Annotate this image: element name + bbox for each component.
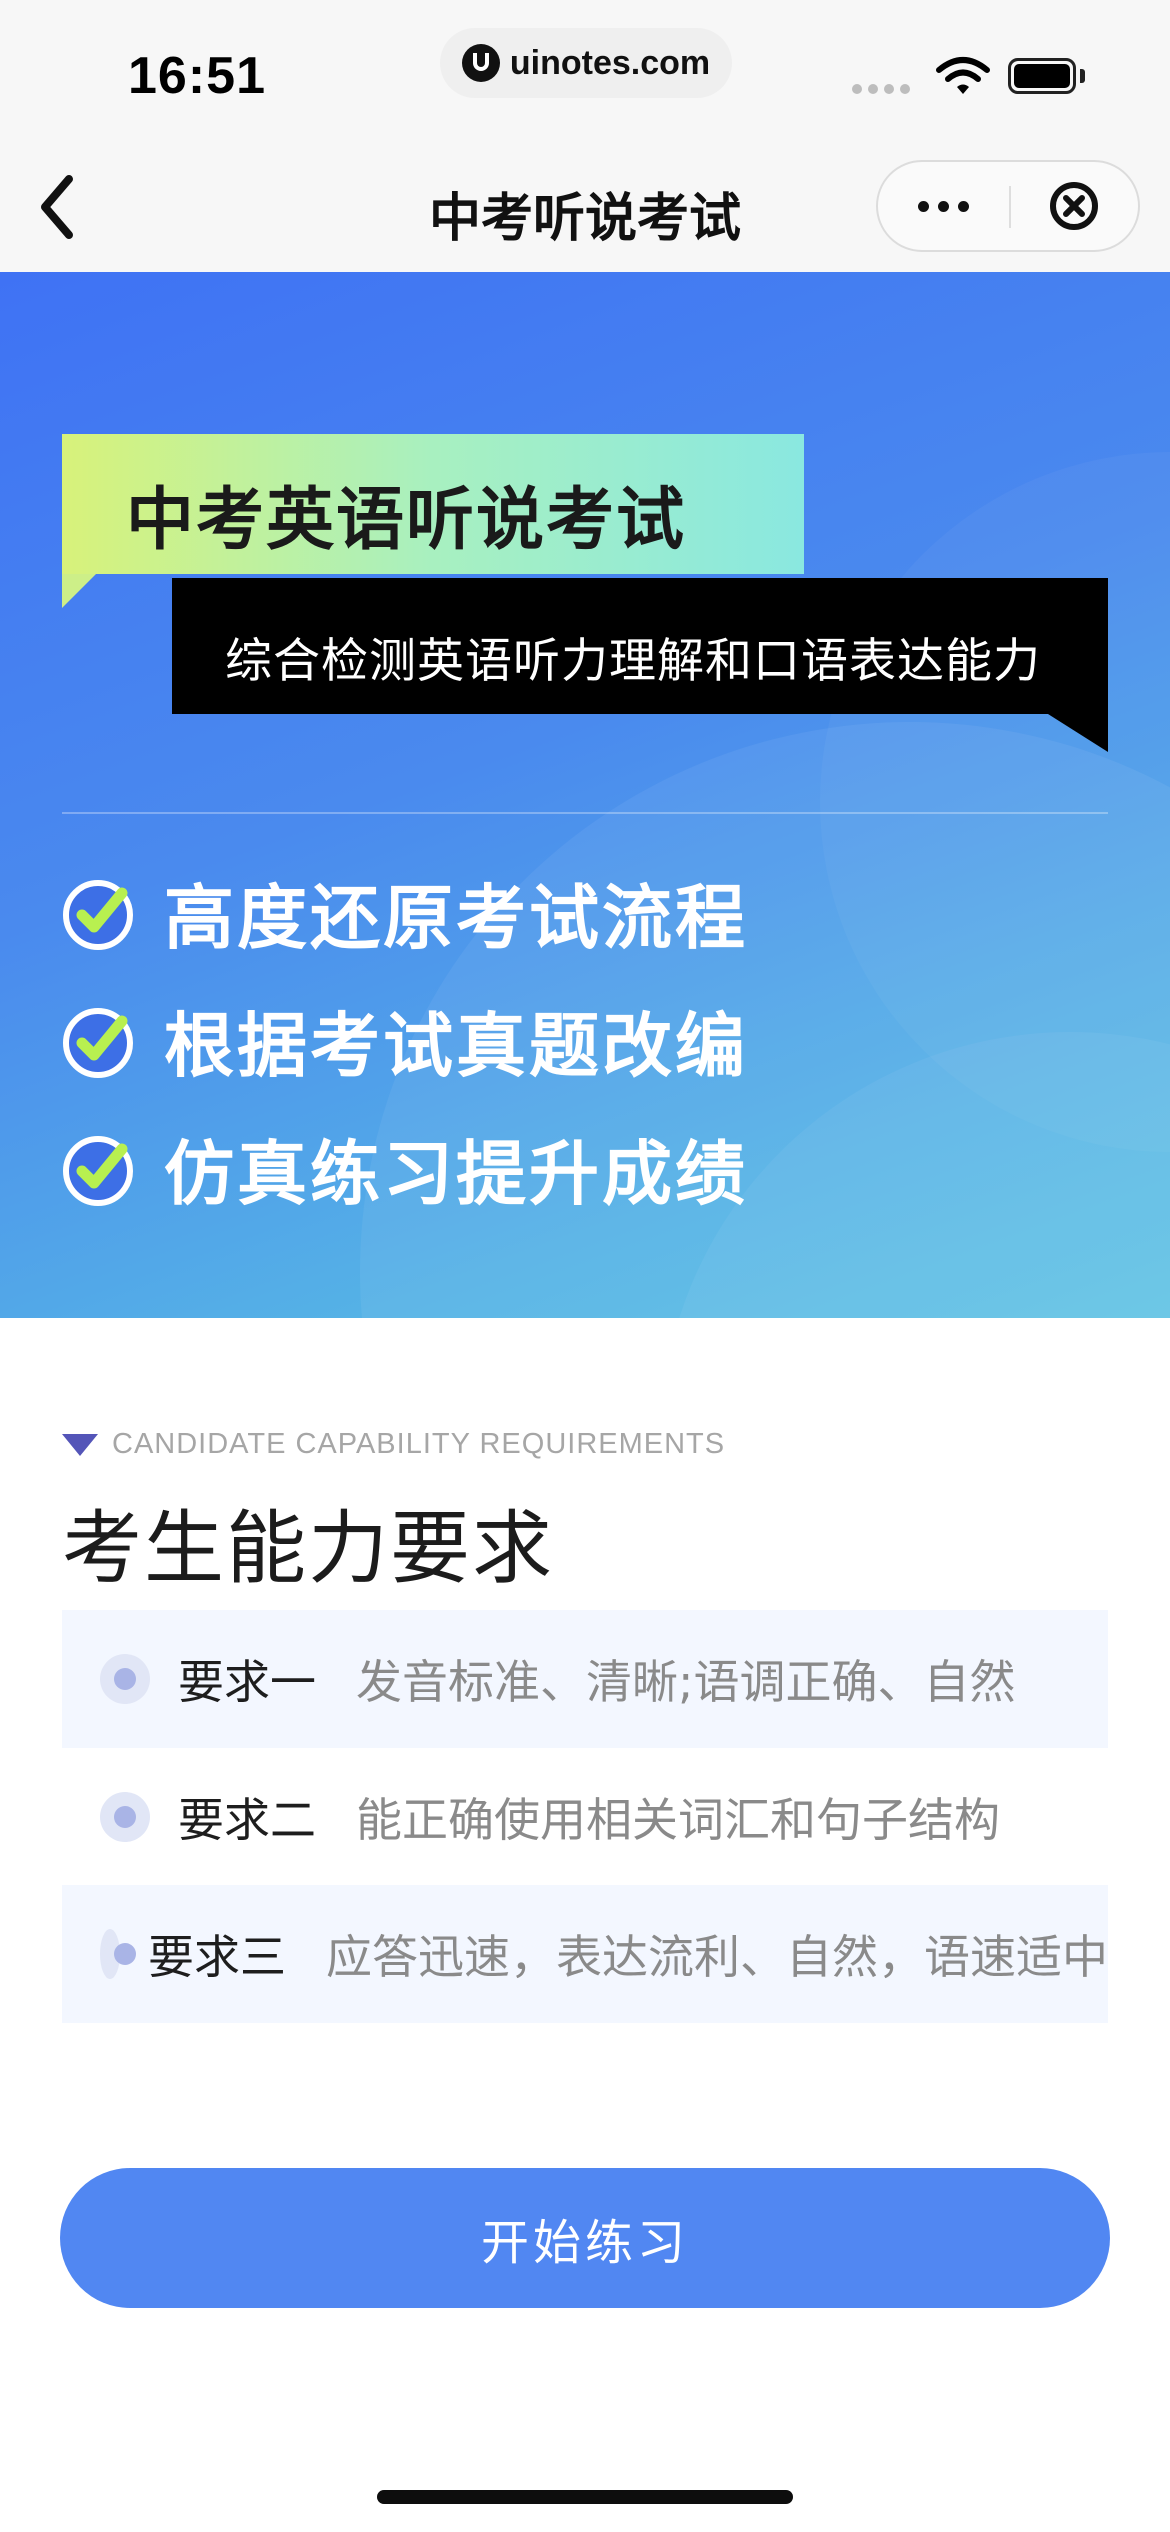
more-icon [917,200,929,212]
mini-program-capsule [876,160,1140,252]
url-pill: uinotes.com [440,28,732,98]
requirement-label: 要求二 [178,1793,316,1847]
banner-divider [62,812,1108,814]
requirement-label: 要求三 [148,1930,286,1984]
section-subtitle-en: CANDIDATE CAPABILITY REQUIREMENTS [62,1428,725,1461]
hero-banner: 中考英语听说考试 综合检测英语听力理解和口语表达能力 高度还原考试流程 根据考试… [0,272,1170,1318]
close-button[interactable] [1048,180,1100,232]
home-indicator [377,2490,793,2504]
feature-item: 根据考试真题改编 [62,990,748,1091]
requirement-label: 要求一 [178,1655,316,1709]
url-text: uinotes.com [509,43,711,82]
banner-title: 中考英语听说考试 [126,481,687,560]
requirement-text: 能正确使用相关词汇和句子结构 [356,1793,1000,1847]
site-logo-icon [461,44,500,82]
check-icon [63,1007,133,1078]
feature-item: 仿真练习提升成绩 [62,1118,748,1219]
requirement-text: 发音标准、清晰;语调正确、自然 [356,1655,1016,1709]
bullet-icon [100,1654,150,1704]
feature-item: 高度还原考试流程 [62,862,748,963]
triangle-down-icon [62,1433,98,1456]
signal-icon [852,84,910,94]
feature-label: 根据考试真题改编 [164,1005,748,1087]
wifi-icon [936,57,990,94]
battery-icon [1008,58,1076,94]
more-button[interactable] [878,162,1008,250]
requirement-row: 要求三 应答迅速，表达流利、自然，语速适中 [62,1885,1108,2023]
status-bar: 16:51 uinotes.com [0,0,1170,140]
banner-subtitle-notch [1048,714,1108,752]
capsule-divider [1009,186,1011,228]
requirement-row: 要求一 发音标准、清晰;语调正确、自然 [62,1610,1108,1748]
bullet-icon [100,1792,150,1842]
feature-label: 高度还原考试流程 [164,877,748,959]
banner-title-notch [62,574,96,608]
start-practice-button[interactable]: 开始练习 [60,2168,1110,2308]
requirement-text: 应答迅速，表达流利、自然，语速适中 [326,1930,1108,1984]
nav-bar: 中考听说考试 [0,140,1170,273]
check-icon [63,1135,133,1206]
feature-label: 仿真练习提升成绩 [164,1133,748,1215]
check-icon [63,879,133,950]
section-subtitle-text: CANDIDATE CAPABILITY REQUIREMENTS [112,1428,726,1460]
requirement-row: 要求二 能正确使用相关词汇和句子结构 [62,1748,1108,1886]
section-title: 考生能力要求 [62,1502,554,1595]
banner-subtitle: 综合检测英语听力理解和口语表达能力 [225,634,1041,689]
battery-cap [1080,69,1085,83]
bullet-icon [100,1929,136,1979]
status-time: 16:51 [128,47,266,105]
